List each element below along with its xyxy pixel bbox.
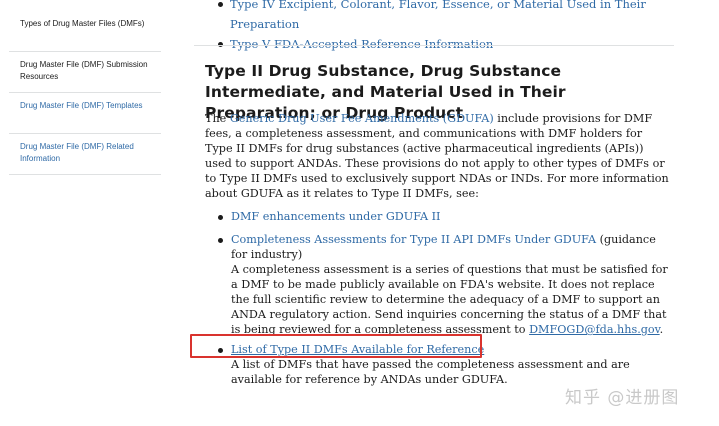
list-item-enhancements: DMF enhancements under GDUFA II <box>218 209 671 224</box>
list-item-completeness: Completeness Assessments for Type II API… <box>218 232 671 337</box>
sidebar-item-types-of-dmfs[interactable]: Types of Drug Master Files (DMFs) <box>9 0 161 52</box>
completeness-assessments-link[interactable]: Completeness Assessments for Type II API… <box>231 233 596 246</box>
email-link[interactable]: DMFOGD@fda.hhs.gov <box>529 323 660 336</box>
list-item-type-iv[interactable]: Type IV Excipient, Colorant, Flavor, Ess… <box>218 0 670 34</box>
list-item-type-v[interactable]: Type V FDA-Accepted Reference Informatio… <box>218 34 670 54</box>
gdufa-resources-list: DMF enhancements under GDUFA II Complete… <box>218 209 671 395</box>
email-suffix: . <box>659 323 664 336</box>
dmf-enhancements-link[interactable]: DMF enhancements under GDUFA II <box>231 210 440 223</box>
sidebar-item-submission-resources[interactable]: Drug Master File (DMF) Submission Resour… <box>9 52 161 93</box>
gdufa-link[interactable]: Generic Drug User Fee Amendments (GDUFA) <box>230 112 494 125</box>
intro-text-post: include provisions for DMF fees, a compl… <box>205 112 669 200</box>
section-divider <box>194 45 674 46</box>
intro-text-pre: The <box>205 112 230 125</box>
sidebar-item-related-information[interactable]: Drug Master File (DMF) Related Informati… <box>9 134 161 175</box>
sidebar-item-templates[interactable]: Drug Master File (DMF) Templates <box>9 93 161 134</box>
highlight-box <box>190 334 482 358</box>
sidebar-nav: Types of Drug Master Files (DMFs) Drug M… <box>9 0 161 175</box>
watermark: 知乎 @进册图 <box>565 388 680 408</box>
type-ii-dmfs-description: A list of DMFs that have passed the comp… <box>231 358 630 386</box>
section-intro: The Generic Drug User Fee Amendments (GD… <box>205 111 670 201</box>
